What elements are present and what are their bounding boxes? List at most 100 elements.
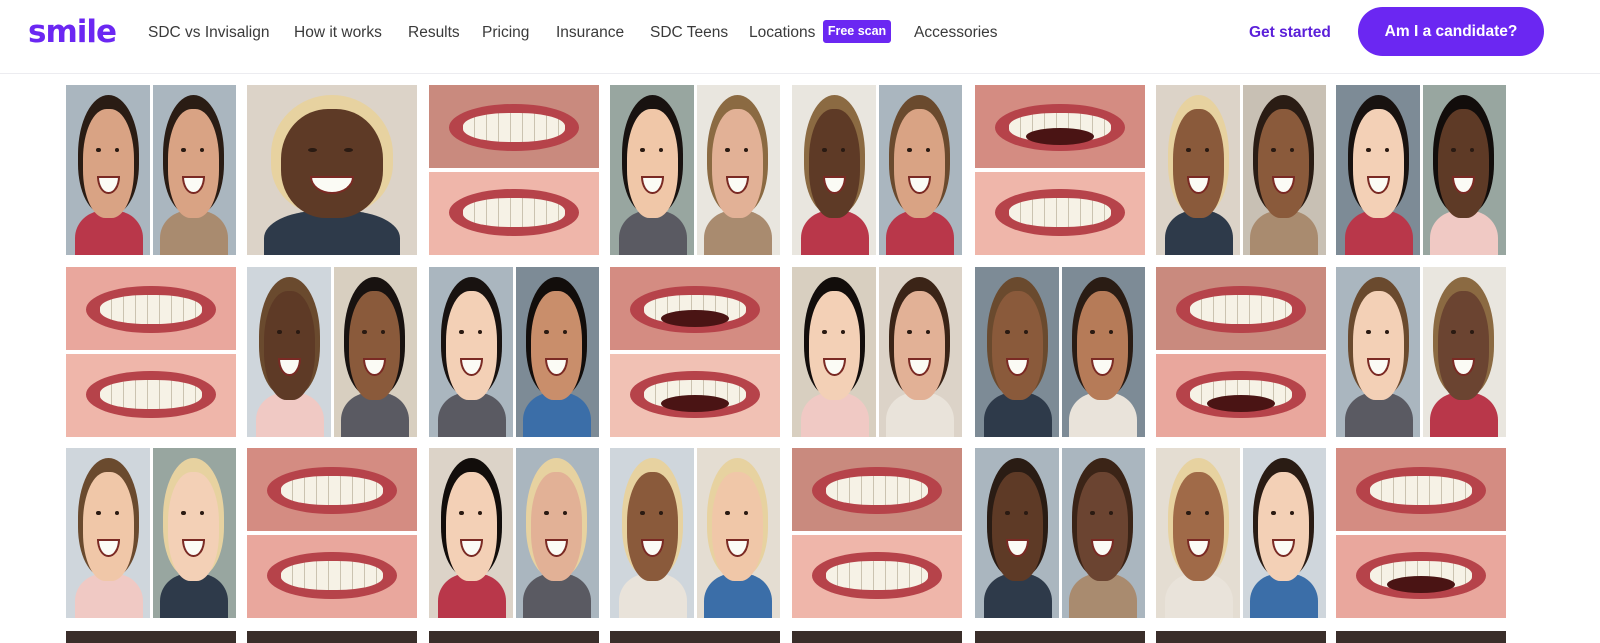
eye-shape — [1271, 510, 1276, 516]
face-shape — [627, 108, 678, 218]
face-shape — [992, 290, 1043, 400]
next-row-photo-partial — [792, 631, 962, 643]
nav-sdc-teens[interactable]: SDC Teens — [650, 22, 728, 44]
eye-shape — [277, 329, 282, 335]
before-photo — [610, 448, 695, 618]
eye-shape — [640, 510, 645, 516]
nav-insurance[interactable]: Insurance — [556, 22, 624, 44]
after-photo — [1241, 85, 1326, 255]
smile-shape — [545, 358, 568, 376]
before-after-photo[interactable] — [792, 85, 962, 255]
face-shape — [281, 108, 383, 218]
before-after-photo[interactable] — [1336, 267, 1506, 437]
eye-shape — [477, 510, 483, 516]
before-after-photo[interactable] — [1156, 267, 1326, 437]
eye-shape — [1451, 147, 1456, 153]
eye-shape — [114, 510, 120, 516]
nav-accessories[interactable]: Accessories — [914, 22, 998, 44]
nav-results[interactable]: Results — [408, 22, 460, 44]
before-photo — [975, 85, 1145, 170]
nav-locations[interactable]: Locations — [749, 22, 815, 44]
smile-shape — [363, 358, 386, 376]
teeth-shape — [281, 476, 383, 505]
photo-divider — [1059, 448, 1062, 618]
face-shape — [446, 471, 497, 581]
before-after-photo[interactable] — [429, 85, 599, 255]
photo-divider — [876, 267, 879, 437]
before-photo — [610, 85, 695, 255]
smile-logo[interactable]: smile — [28, 12, 117, 52]
smile-shape — [97, 176, 120, 194]
eye-shape — [1108, 510, 1114, 516]
smile-shape — [641, 176, 664, 194]
eye-shape — [1289, 510, 1295, 516]
nav-sdc-vs-invisalign[interactable]: SDC vs Invisalign — [148, 22, 269, 44]
before-photo — [429, 85, 599, 170]
before-after-photo[interactable] — [792, 267, 962, 437]
eye-shape — [1090, 510, 1095, 516]
next-row-photo-partial — [610, 631, 780, 643]
eye-shape — [459, 510, 464, 516]
before-after-photo[interactable] — [975, 448, 1145, 618]
before-after-gallery — [0, 74, 1600, 643]
before-after-photo[interactable] — [975, 267, 1145, 437]
before-after-photo[interactable] — [66, 85, 236, 255]
before-after-photo[interactable] — [247, 85, 417, 255]
nav-how-it-works[interactable]: How it works — [294, 22, 382, 44]
before-after-photo[interactable] — [429, 267, 599, 437]
smile-shape — [641, 539, 664, 557]
eye-shape — [925, 147, 931, 153]
eye-shape — [1108, 329, 1114, 335]
before-photo — [1336, 85, 1421, 255]
after-photo — [1421, 267, 1506, 437]
eye-shape — [1090, 329, 1095, 335]
eye-shape — [1384, 329, 1390, 335]
before-after-photo[interactable] — [247, 267, 417, 437]
before-after-photo[interactable] — [975, 85, 1145, 255]
before-after-photo[interactable] — [792, 448, 962, 618]
before-after-photo[interactable] — [610, 448, 780, 618]
next-row-photo-partial — [1156, 631, 1326, 643]
after-photo — [1241, 448, 1326, 618]
before-photo — [975, 267, 1060, 437]
before-photo — [792, 448, 962, 533]
before-after-photo[interactable] — [1156, 85, 1326, 255]
before-after-photo[interactable] — [610, 85, 780, 255]
before-photo — [1156, 448, 1241, 618]
smile-shape — [460, 539, 483, 557]
photo-divider — [1059, 267, 1062, 437]
before-after-photo[interactable] — [429, 448, 599, 618]
free-scan-badge[interactable]: Free scan — [823, 20, 891, 43]
smile-shape — [1367, 358, 1390, 376]
nav-pricing[interactable]: Pricing — [482, 22, 529, 44]
eye-shape — [459, 329, 464, 335]
before-after-photo[interactable] — [66, 448, 236, 618]
eye-shape — [1366, 329, 1371, 335]
before-after-photo[interactable] — [247, 448, 417, 618]
mouth-opening — [661, 309, 729, 327]
mouth-opening — [1387, 575, 1455, 593]
face-shape — [992, 471, 1043, 581]
mouth-opening — [1207, 394, 1275, 412]
smile-shape — [309, 176, 355, 194]
before-after-photo[interactable] — [66, 267, 236, 437]
eye-shape — [640, 147, 645, 153]
before-after-photo[interactable] — [1336, 85, 1506, 255]
eye-shape — [743, 147, 749, 153]
mouth-opening — [1026, 127, 1094, 145]
eye-shape — [822, 329, 827, 335]
before-after-photo[interactable] — [1156, 448, 1326, 618]
photo-divider — [1420, 267, 1423, 437]
before-photo — [429, 267, 514, 437]
before-after-photo[interactable] — [610, 267, 780, 437]
smile-shape — [1006, 539, 1029, 557]
eye-shape — [199, 510, 205, 516]
eye-shape — [1469, 329, 1475, 335]
get-started-link[interactable]: Get started — [1249, 22, 1331, 44]
eye-shape — [1023, 329, 1029, 335]
photo-divider — [150, 85, 153, 255]
am-i-a-candidate-button[interactable]: Am I a candidate? — [1358, 7, 1544, 56]
before-after-photo[interactable] — [1336, 448, 1506, 618]
face-shape — [531, 471, 582, 581]
eye-shape — [925, 329, 931, 335]
